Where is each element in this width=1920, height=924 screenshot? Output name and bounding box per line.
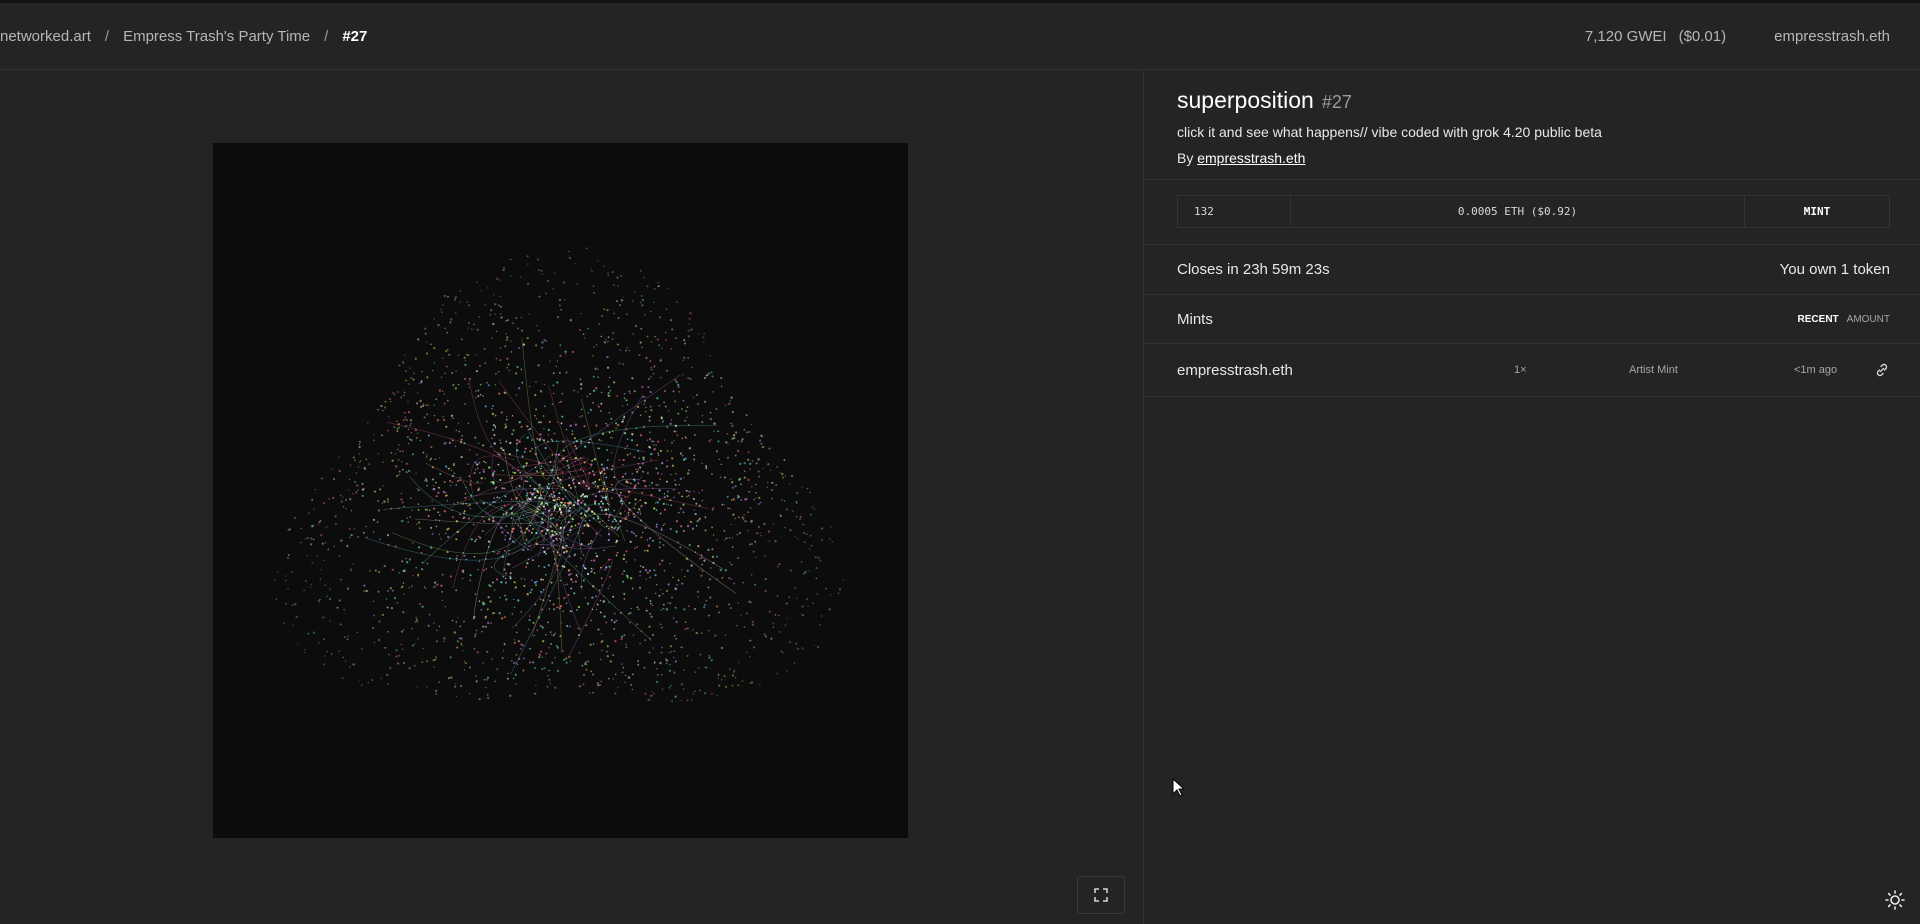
artwork-area [0, 71, 1144, 924]
breadcrumb-separator: / [324, 27, 329, 45]
theme-toggle-sun-icon[interactable] [1885, 890, 1905, 915]
breadcrumb: networked.art / Empress Trash's Party Ti… [0, 28, 367, 45]
breadcrumb-collection[interactable]: Empress Trash's Party Time [123, 28, 310, 45]
breadcrumb-site[interactable]: networked.art [0, 28, 91, 45]
artist-byline: By empresstrash.eth [1177, 150, 1890, 166]
gas-usd: ($0.01) [1678, 27, 1727, 45]
artist-link[interactable]: empresstrash.eth [1197, 150, 1305, 166]
account-button[interactable]: empresstrash.eth [1774, 28, 1890, 45]
token-panel: superposition #27 click it and see what … [1145, 71, 1920, 924]
mint-status: Closes in 23h 59m 23s You own 1 token [1145, 245, 1920, 295]
mouse-cursor-icon [1172, 777, 1186, 803]
gas-price: 7,120 GWEI ($0.01) [1585, 28, 1726, 45]
artwork-canvas[interactable] [213, 143, 908, 838]
token-info: superposition #27 click it and see what … [1145, 71, 1920, 180]
breadcrumb-separator: / [104, 27, 110, 45]
token-title: superposition [1177, 87, 1314, 113]
mint-count: 1× [1514, 364, 1527, 376]
top-header: networked.art / Empress Trash's Party Ti… [0, 3, 1920, 70]
mint-type: Artist Mint [1629, 364, 1678, 376]
mints-sort: RECENT AMOUNT [1798, 314, 1890, 325]
mints-heading: Mints [1177, 310, 1213, 328]
sort-recent-button[interactable]: RECENT [1798, 314, 1839, 325]
closes-countdown: Closes in 23h 59m 23s [1177, 261, 1330, 278]
breadcrumb-token: #27 [342, 27, 368, 45]
mints-header: Mints RECENT AMOUNT [1145, 295, 1920, 344]
minter-name[interactable]: empresstrash.eth [1177, 362, 1497, 379]
owned-count: You own 1 token [1779, 261, 1890, 278]
title-row: superposition #27 [1177, 87, 1890, 114]
fullscreen-button[interactable] [1077, 876, 1125, 914]
mint-bar: 132 0.0005 ETH ($0.92) MINT [1177, 195, 1890, 228]
table-row: empresstrash.eth 1× Artist Mint <1m ago [1145, 344, 1920, 397]
mint-quantity[interactable]: 132 [1178, 196, 1291, 227]
by-label: By [1177, 150, 1194, 166]
link-icon[interactable] [1874, 362, 1890, 382]
mint-section: 132 0.0005 ETH ($0.92) MINT [1145, 180, 1920, 245]
mint-price: 0.0005 ETH ($0.92) [1291, 196, 1745, 227]
header-right: 7,120 GWEI ($0.01) empresstrash.eth [1585, 28, 1890, 45]
token-id: #27 [1321, 92, 1352, 112]
gas-gwei: 7,120 GWEI [1584, 27, 1667, 45]
particle-artwork [274, 247, 844, 702]
token-description: click it and see what happens// vibe cod… [1177, 124, 1602, 140]
sort-amount-button[interactable]: AMOUNT [1847, 314, 1890, 325]
mint-time: <1m ago [1794, 364, 1838, 376]
mint-button[interactable]: MINT [1745, 196, 1889, 227]
expand-icon [1094, 888, 1108, 902]
